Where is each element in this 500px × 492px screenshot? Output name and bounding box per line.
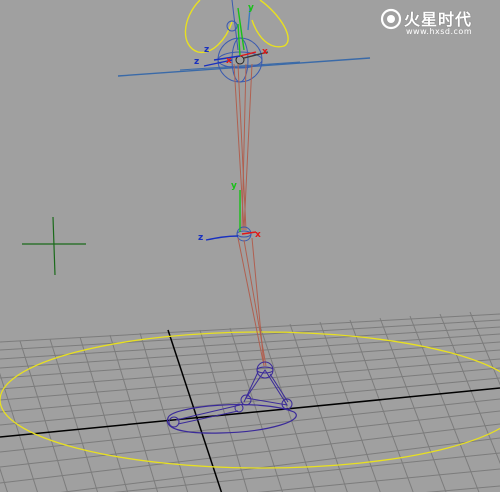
locator-cross[interactable] [22,216,86,276]
knee-x-label: x [255,230,261,240]
hxsd-logo-icon [380,8,402,30]
spine-joint[interactable] [226,0,239,51]
watermark: 火星时代 www.hxsd.com [380,6,492,40]
knee-axes-gizmo[interactable] [205,190,257,241]
shin-bone[interactable] [237,237,267,367]
hip-x2-label: x [262,47,268,57]
hip-joint[interactable] [217,37,263,83]
hip-y-label: y [248,3,254,13]
knee-y-label: y [231,181,237,191]
watermark-url: www.hxsd.com [406,27,473,36]
knee-z-label: z [198,233,203,243]
hip-x-label: x [226,56,232,66]
scene-canvas[interactable]: z z x x y y z x [0,0,500,492]
ground-grid [0,311,500,492]
hip-z-label: z [204,45,209,55]
hip-z2-label: z [194,57,199,67]
maya-viewport[interactable]: z z x x y y z x 火星时代 www.hxsd.com [0,0,500,492]
thigh-bone[interactable] [233,63,253,231]
